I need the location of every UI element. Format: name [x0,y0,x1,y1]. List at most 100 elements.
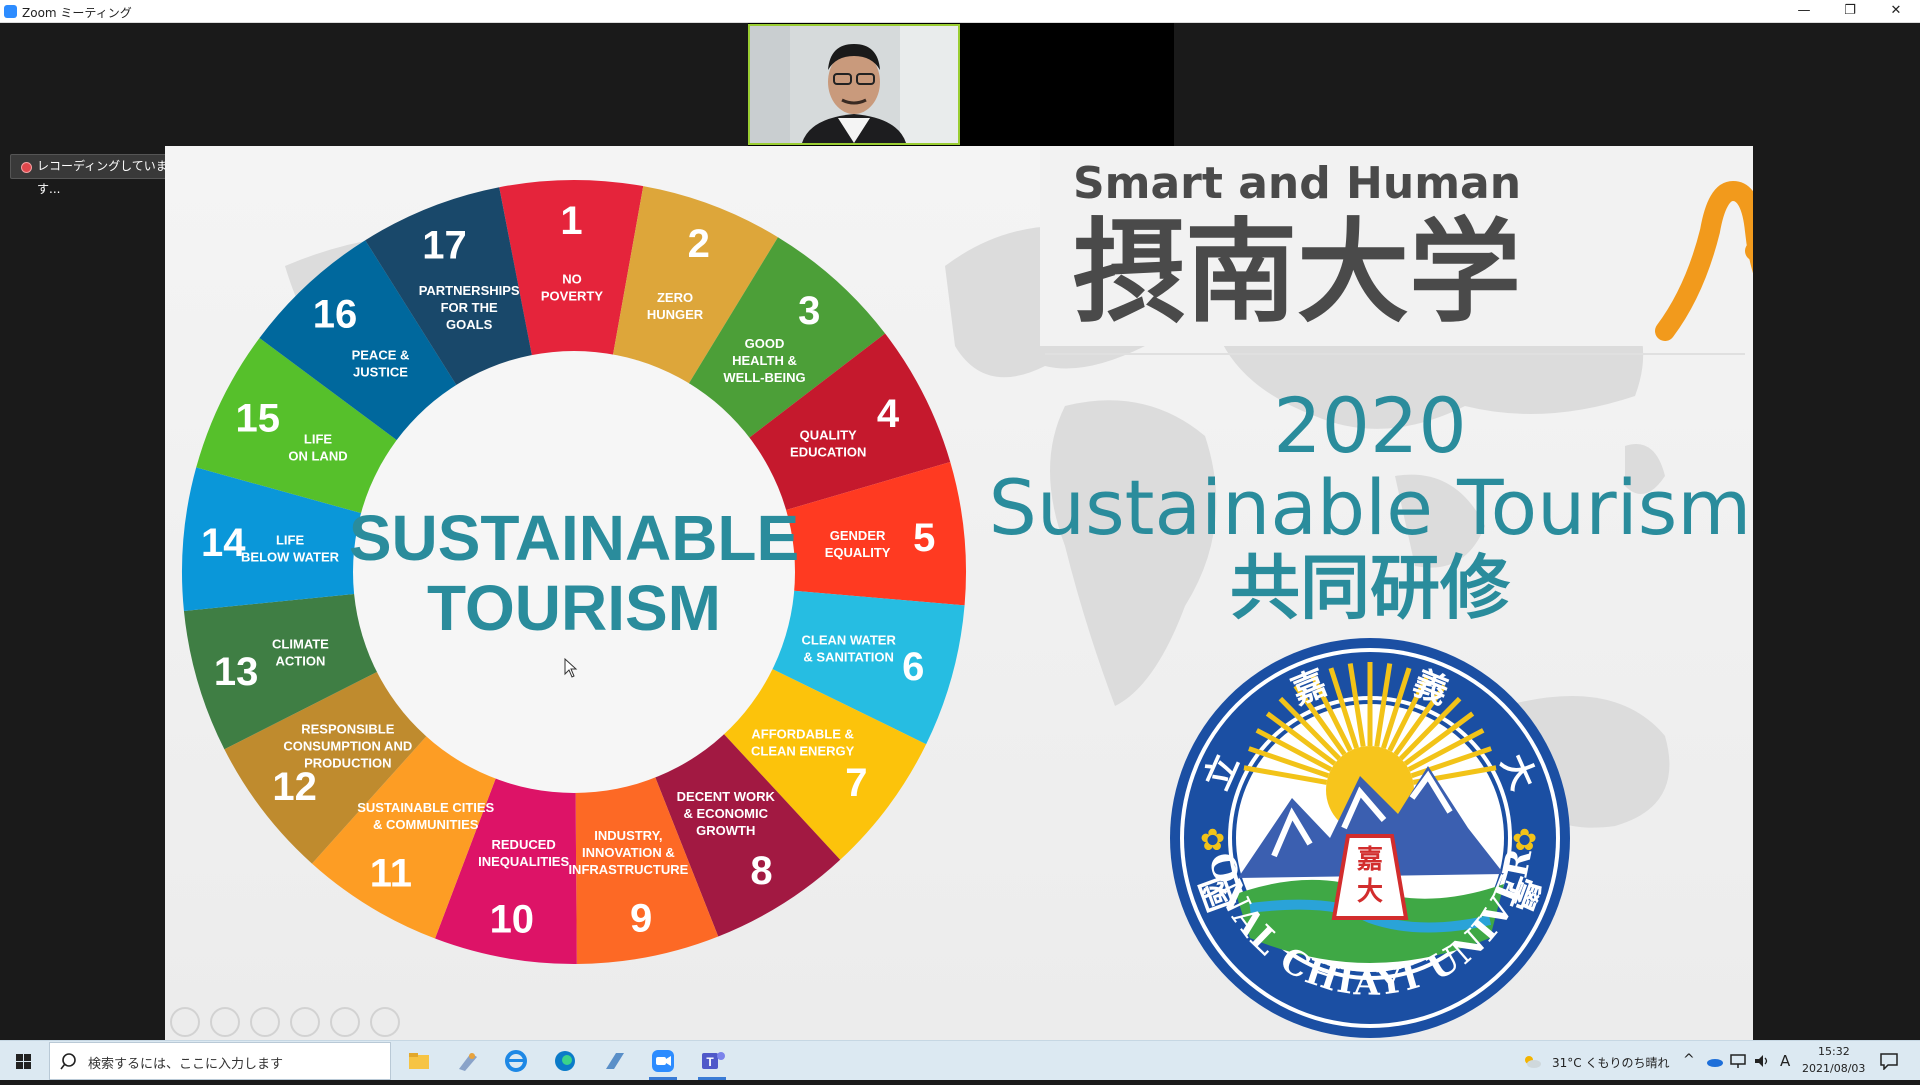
next-slide-icon[interactable] [210,1007,240,1037]
sdg-label-15: LIFE [304,431,332,446]
sdg-number-12: 12 [272,765,317,809]
sdg-number-9: 9 [630,897,652,941]
sdg-label-17: GOALS [446,317,493,332]
sdg-label-5: GENDER [830,528,886,543]
zoom-icon[interactable] [643,1045,683,1080]
event-year: 2020 [1273,381,1466,470]
pinned-app-icon[interactable] [447,1045,487,1077]
file-explorer-icon[interactable] [398,1045,438,1077]
sdg-label-12: RESPONSIBLE [301,721,395,736]
sdg-number-3: 3 [798,289,820,333]
sdg-label-8: & ECONOMIC [684,806,769,821]
sdg-label-5: EQUALITY [825,545,891,560]
event-subtitle: 共同研修 [1230,547,1511,629]
notepad-icon[interactable] [594,1045,634,1077]
shared-slide: SUSTAINABLE TOURISM 1 NO POVERTY 2 ZERO HUNGE… [165,146,1753,1040]
sdg-label-8: GROWTH [696,823,755,838]
sdg-label-16: PEACE & [352,347,410,362]
brand-name: 摂南大学 [1073,208,1521,338]
search-icon [60,1053,76,1070]
zoom-in-icon[interactable] [330,1007,360,1037]
sdg-wheel: SUSTAINABLE TOURISM 1 NO POVERTY 2 ZERO HUNGE… [182,180,966,964]
more-options-icon[interactable] [370,1007,400,1037]
event-title: Sustainable Tourism [989,463,1752,552]
sdg-label-1: POVERTY [541,289,603,304]
prev-slide-icon[interactable] [170,1007,200,1037]
meeting-stage: レコーディングしています... SUSTAINABLE TOURISM 1 NO P… [0,23,1920,1040]
sdg-label-4: QUALITY [800,428,857,443]
sdg-label-14: BELOW WATER [241,549,340,564]
sdg-number-6: 6 [902,645,924,689]
close-button[interactable]: ✕ [1873,0,1919,23]
sdg-label-17: PARTNERSHIPS [419,283,520,298]
restore-button[interactable]: ❐ [1827,0,1873,23]
weather-text[interactable]: 31°C くもりのち晴れ [1552,1054,1669,1071]
onedrive-icon[interactable] [1705,1054,1723,1068]
volume-icon[interactable] [1753,1053,1771,1069]
ime-indicator[interactable]: A [1780,1052,1790,1070]
sdg-label-7: AFFORDABLE & [751,727,854,742]
seal-flower-right-icon: ✿ [1512,823,1537,858]
sdg-label-1: NO [562,272,582,287]
sdg-number-16: 16 [313,293,358,337]
wheel-title-line1: SUSTAINABLE [349,502,799,574]
window-titlebar: Zoom ミーティング — ❐ ✕ [0,0,1920,23]
notification-icon[interactable] [1879,1052,1899,1070]
clock-date[interactable]: 2021/08/03 [1802,1062,1865,1075]
brand-tagline: Smart and Human [1073,158,1521,209]
sdg-label-9: INNOVATION & [582,845,675,860]
minimize-button[interactable]: — [1781,0,1827,23]
sdg-number-5: 5 [913,516,935,560]
sdg-number-14: 14 [201,521,246,565]
weather-icon[interactable] [1522,1053,1542,1069]
search-placeholder: 検索するには、ここに入力します [88,1057,284,1072]
sdg-label-6: CLEAN WATER [801,633,896,648]
sdg-label-2: HUNGER [647,307,704,322]
sdg-label-9: INDUSTRY, [594,828,662,843]
seal-center-char-1: 嘉 [1357,845,1383,875]
sdg-label-15: ON LAND [288,448,347,463]
sdg-label-17: FOR THE [441,300,498,315]
speaker-avatar [750,26,958,143]
sdg-number-11: 11 [370,852,412,896]
sdg-label-8: DECENT WORK [677,789,776,804]
sdg-label-6: & SANITATION [803,650,894,665]
seal-flower-left-icon: ✿ [1200,823,1225,858]
teams-icon[interactable]: T [692,1045,732,1080]
ncyu-seal-icon: 嘉 大 國立嘉義大學 NATIONAL CHIAYI UNIVERSITY ✿ … [1170,638,1570,1038]
sdg-label-10: INEQUALITIES [478,854,569,869]
sdg-number-2: 2 [688,222,710,266]
slides-grid-icon[interactable] [290,1007,320,1037]
sdg-label-14: LIFE [276,532,304,547]
window-title: Zoom ミーティング [22,6,132,20]
svg-text:T: T [706,1055,714,1069]
seal-center-char-2: 大 [1357,877,1383,907]
windows-taskbar: 検索するには、ここに入力します T 31°C くもりのち晴れ ^ A 15:32… [0,1040,1920,1080]
pen-icon[interactable] [250,1007,280,1037]
sdg-label-16: JUSTICE [353,364,408,379]
sdg-label-12: CONSUMPTION AND [283,738,412,753]
recording-indicator[interactable]: レコーディングしています... [10,154,185,196]
sdg-number-17: 17 [422,224,467,268]
chevron-up-icon[interactable]: ^ [1683,1052,1695,1068]
sdg-label-13: CLIMATE [272,636,329,651]
sdg-label-3: GOOD [745,336,785,351]
sdg-label-10: REDUCED [491,837,555,852]
zoom-icon [4,5,17,18]
sdg-number-15: 15 [236,396,281,440]
recording-label: レコーディングしています... [37,159,168,196]
edge-icon[interactable] [545,1045,585,1077]
network-icon[interactable] [1729,1053,1747,1069]
sdg-label-11: & COMMUNITIES [373,817,479,832]
start-button[interactable] [0,1041,48,1081]
sdg-label-7: CLEAN ENERGY [751,744,855,759]
world-map-background: SUSTAINABLE TOURISM 1 NO POVERTY 2 ZERO HUNGE… [170,146,1753,1038]
sdg-number-10: 10 [490,897,535,941]
speaker-video-tile[interactable] [748,24,960,145]
internet-explorer-icon[interactable] [496,1045,536,1077]
clock-time[interactable]: 15:32 [1818,1045,1850,1058]
sdg-label-11: SUSTAINABLE CITIES [357,800,494,815]
sdg-number-8: 8 [750,849,772,893]
sdg-label-2: ZERO [657,290,693,305]
taskbar-search-box[interactable]: 検索するには、ここに入力します [49,1042,391,1080]
